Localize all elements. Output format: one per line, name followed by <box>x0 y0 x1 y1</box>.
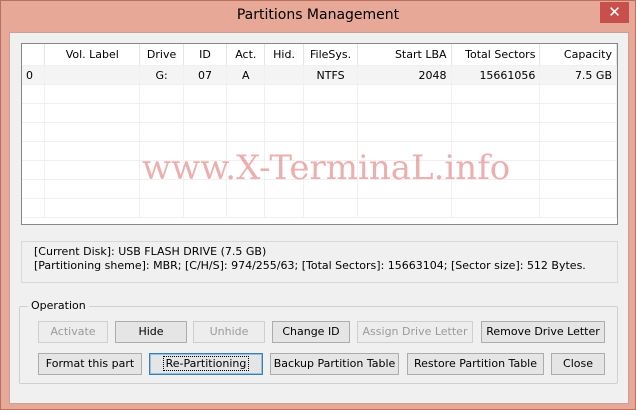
restore-partition-table-label: Restore Partition Table <box>413 357 538 370</box>
assign-drive-letter-label: Assign Drive Letter <box>362 325 468 338</box>
close-icon: ✕ <box>608 3 621 21</box>
cell-vol-label <box>44 65 141 85</box>
close-button[interactable]: Close <box>551 353 605 375</box>
cell-index: 0 <box>22 65 46 85</box>
empty-row <box>22 179 617 199</box>
col-header-vol-label[interactable]: Vol. Label <box>44 44 141 66</box>
cell-drive: G: <box>139 65 184 85</box>
col-header-start-lba[interactable]: Start LBA <box>357 44 452 66</box>
cell-filesys: NTFS <box>303 65 359 85</box>
re-partitioning-button[interactable]: Re-Partitioning <box>149 353 263 375</box>
activate-button-label: Activate <box>50 325 96 338</box>
col-header-active[interactable]: Act. <box>226 44 266 66</box>
format-partition-button[interactable]: Format this part <box>38 353 142 375</box>
empty-row <box>22 141 617 161</box>
assign-drive-letter-button[interactable]: Assign Drive Letter <box>357 321 473 343</box>
partitions-window: Partitions Management ✕ Vol. Label Drive… <box>0 0 636 410</box>
dialog-client: Vol. Label Drive ID Act. Hid. FileSys. S… <box>9 32 629 404</box>
change-id-button[interactable]: Change ID <box>272 321 350 343</box>
cell-total-sectors: 15661056 <box>451 65 541 85</box>
cell-active: A <box>226 65 266 85</box>
operation-group: Operation Activate Hide Unhide Change ID… <box>19 299 618 384</box>
hide-button[interactable]: Hide <box>115 321 187 343</box>
partition-table[interactable]: Vol. Label Drive ID Act. Hid. FileSys. S… <box>21 43 618 225</box>
hide-button-label: Hide <box>138 325 164 338</box>
col-header-total-sectors[interactable]: Total Sectors <box>451 44 541 66</box>
col-header-index[interactable] <box>22 44 46 66</box>
col-header-id[interactable]: ID <box>183 44 228 66</box>
unhide-button-label: Unhide <box>209 325 249 338</box>
cell-capacity: 7.5 GB <box>539 65 617 85</box>
empty-row <box>22 160 617 180</box>
col-header-drive[interactable]: Drive <box>139 44 184 66</box>
partitioning-scheme-line: [Partitioning sheme]: MBR; [C/H/S]: 974/… <box>34 259 586 272</box>
close-button-label: Close <box>563 357 593 370</box>
cell-hidden <box>264 65 304 85</box>
unhide-button[interactable]: Unhide <box>193 321 265 343</box>
operation-group-label: Operation <box>28 299 89 312</box>
backup-partition-table-button[interactable]: Backup Partition Table <box>270 353 399 375</box>
col-header-filesys[interactable]: FileSys. <box>303 44 359 66</box>
table-header: Vol. Label Drive ID Act. Hid. FileSys. S… <box>22 44 617 66</box>
format-partition-label: Format this part <box>45 357 135 370</box>
col-header-capacity[interactable]: Capacity <box>539 44 617 66</box>
window-title: Partitions Management <box>236 7 400 23</box>
cell-id: 07 <box>183 65 228 85</box>
remove-drive-letter-label: Remove Drive Letter <box>486 325 600 338</box>
empty-row <box>22 198 617 218</box>
change-id-button-label: Change ID <box>282 325 340 338</box>
close-window-button[interactable]: ✕ <box>600 2 629 23</box>
col-header-hidden[interactable]: Hid. <box>264 44 304 66</box>
backup-partition-table-label: Backup Partition Table <box>273 357 396 370</box>
restore-partition-table-button[interactable]: Restore Partition Table <box>407 353 544 375</box>
remove-drive-letter-button[interactable]: Remove Drive Letter <box>481 321 605 343</box>
table-row[interactable]: 0 G: 07 A NTFS 2048 15661056 7.5 GB <box>22 65 617 85</box>
cell-start-lba: 2048 <box>357 65 452 85</box>
title-bar[interactable]: Partitions Management ✕ <box>1 1 635 32</box>
disk-info-panel: [Current Disk]: USB FLASH DRIVE (7.5 GB)… <box>21 241 618 283</box>
current-disk-line: [Current Disk]: USB FLASH DRIVE (7.5 GB) <box>34 245 267 258</box>
empty-row <box>22 84 617 104</box>
empty-row <box>22 103 617 123</box>
empty-row <box>22 122 617 142</box>
re-partitioning-label: Re-Partitioning <box>162 356 250 371</box>
activate-button[interactable]: Activate <box>38 321 108 343</box>
